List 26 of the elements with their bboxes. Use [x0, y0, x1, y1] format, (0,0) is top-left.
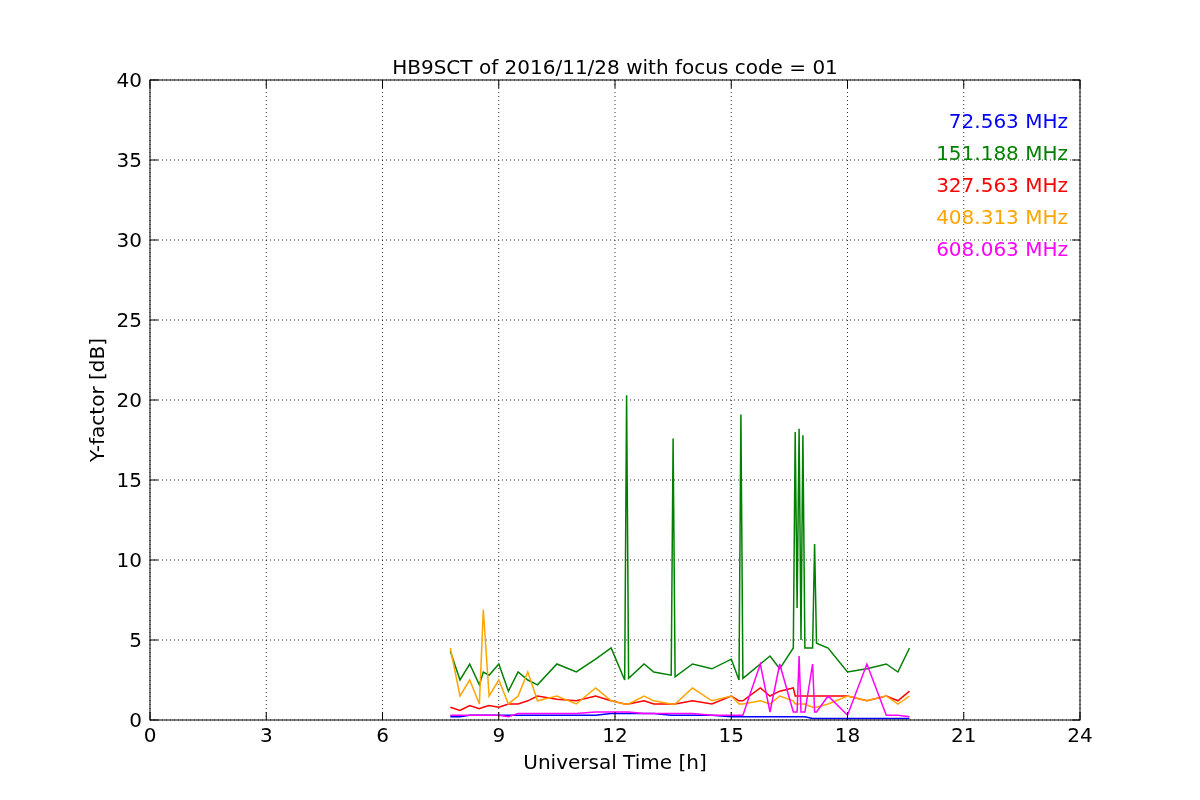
- tick-label: 15: [116, 468, 142, 492]
- tick-label: 5: [129, 628, 142, 652]
- chart-title: HB9SCT of 2016/11/28 with focus code = 01: [392, 55, 838, 79]
- tick-label: 21: [951, 723, 977, 747]
- axis-label: Universal Time [h]: [523, 750, 707, 774]
- tick-label: 15: [718, 723, 744, 747]
- legend-label: 151.188 MHz: [936, 141, 1068, 165]
- tick-label: 3: [259, 723, 273, 747]
- tick-label: 25: [116, 308, 142, 332]
- tick-label: 10: [116, 548, 142, 572]
- legend-label: 72.563 MHz: [948, 109, 1068, 133]
- axis-label: Y-factor [dB]: [85, 338, 109, 462]
- tick-label: 35: [116, 148, 142, 172]
- tick-label: 0: [129, 708, 142, 732]
- tick-label: 18: [834, 723, 861, 747]
- legend-label: 608.063 MHz: [936, 237, 1068, 261]
- tick-label: 24: [1067, 723, 1093, 747]
- legend-label: 408.313 MHz: [936, 205, 1068, 229]
- tick-label: 12: [602, 723, 628, 747]
- tick-label: 30: [116, 228, 142, 252]
- tick-label: 0: [143, 723, 157, 747]
- tick-label: 40: [116, 68, 142, 92]
- tick-label: 20: [116, 388, 142, 412]
- legend-label: 327.563 MHz: [936, 173, 1068, 197]
- tick-label: 9: [492, 723, 506, 747]
- tick-label: 6: [376, 723, 389, 747]
